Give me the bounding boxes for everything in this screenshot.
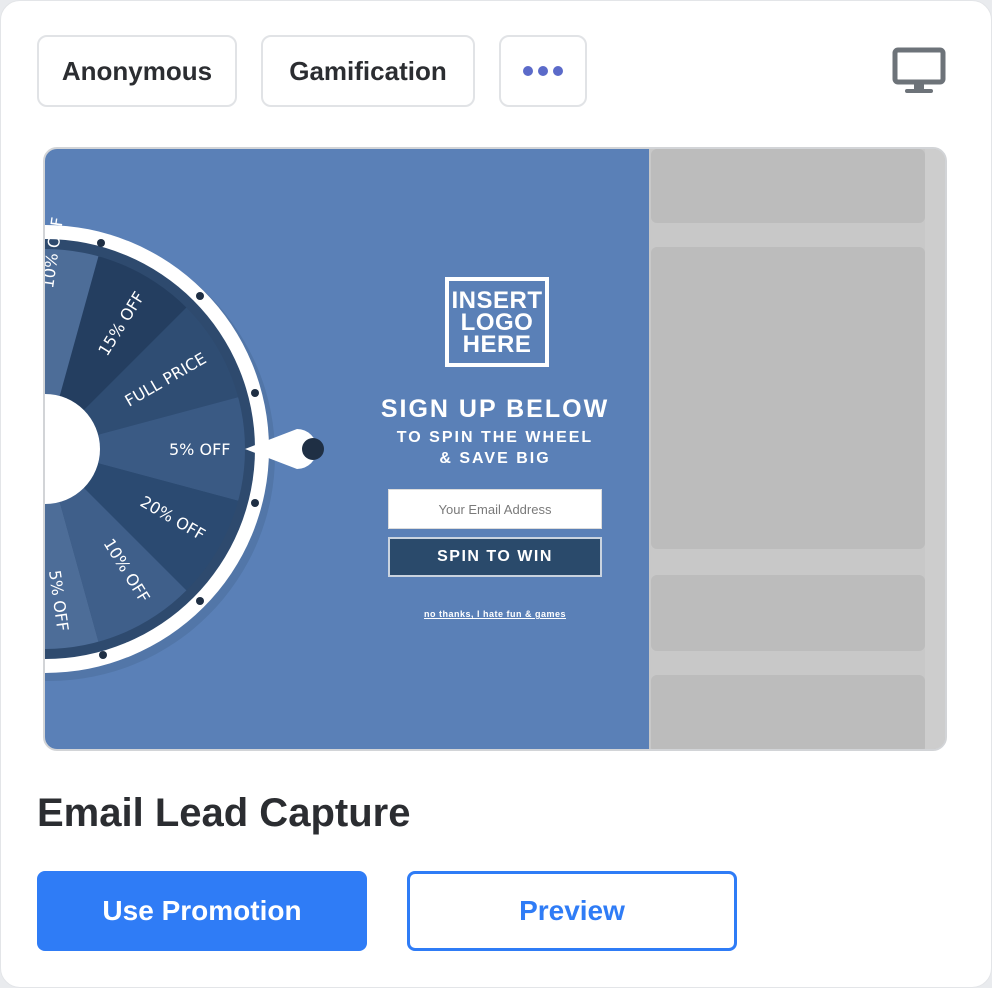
mock-site-block	[651, 149, 925, 223]
spin-wheel-popup: 10% OFF 15% OFF FULL PRICE 5% OFF 20% OF…	[45, 149, 649, 749]
mock-site-block	[651, 675, 925, 749]
tag-anonymous[interactable]: Anonymous	[37, 35, 237, 107]
preview-label: Preview	[519, 895, 625, 926]
email-field: Your Email Address	[388, 489, 602, 529]
use-promotion-button[interactable]: Use Promotion	[37, 871, 367, 951]
tag-anonymous-label: Anonymous	[61, 55, 213, 86]
mock-site-scrollbar	[925, 149, 945, 749]
mock-site-block	[651, 247, 925, 549]
card-title: Email Lead Capture	[37, 791, 411, 835]
prize-wheel: 10% OFF 15% OFF FULL PRICE 5% OFF 20% OF…	[45, 216, 324, 681]
wheel-label: 5% OFF	[169, 440, 230, 459]
signup-subheading: TO SPIN THE WHEEL & SAVE BIG	[365, 427, 625, 469]
promotion-preview-image: 10% OFF 15% OFF FULL PRICE 5% OFF 20% OF…	[43, 147, 947, 751]
tag-gamification-label: Gamification	[289, 55, 447, 86]
signup-subheading-line: & SAVE BIG	[439, 450, 551, 467]
signup-heading: SIGN UP BELOW	[380, 395, 610, 423]
preview-button[interactable]: Preview	[407, 871, 737, 951]
more-dots-icon	[523, 66, 563, 76]
logo-line: HERE	[462, 331, 532, 358]
more-tags-button[interactable]	[499, 35, 587, 107]
mock-site-block	[651, 575, 925, 651]
use-promotion-label: Use Promotion	[102, 895, 302, 926]
spin-to-win-button: SPIN TO WIN	[388, 537, 602, 577]
promotion-card: Anonymous Gamification 10% OFF 15% OFF F…	[0, 0, 992, 988]
signup-subheading-line: TO SPIN THE WHEEL	[396, 429, 594, 446]
logo-placeholder: INSERT LOGO HERE	[445, 277, 549, 367]
tag-gamification[interactable]: Gamification	[261, 35, 475, 107]
no-thanks-link: no thanks, I hate fun & games	[423, 609, 567, 619]
desktop-monitor-icon[interactable]	[891, 47, 947, 95]
